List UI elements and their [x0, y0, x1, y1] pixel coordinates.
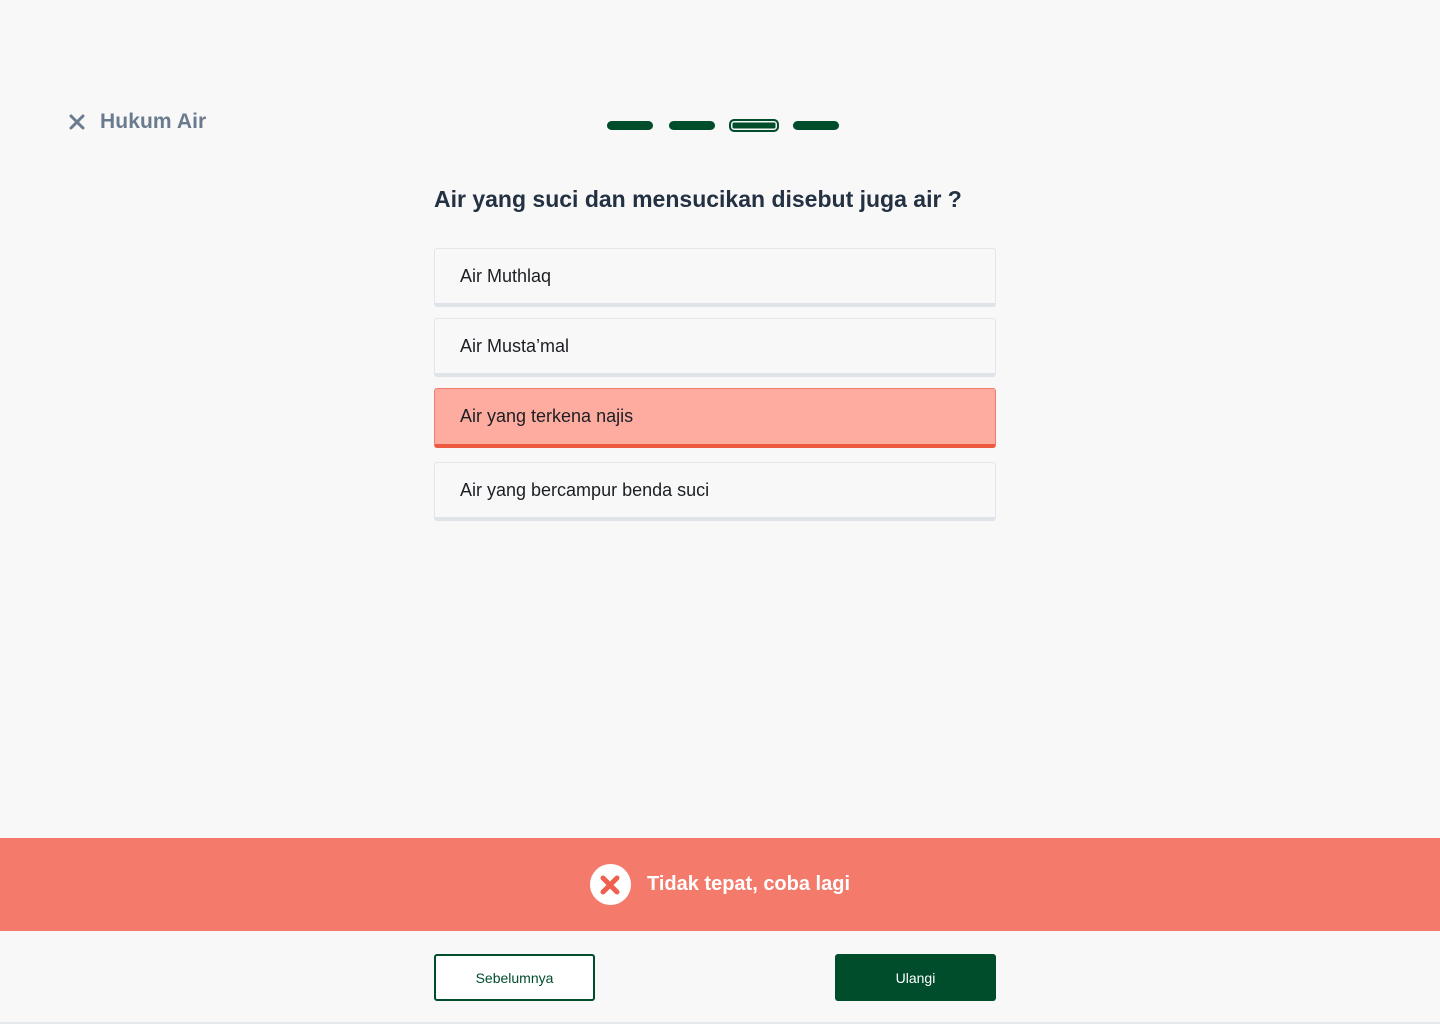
error-circle-icon — [589, 864, 631, 905]
previous-button[interactable]: Sebelumnya — [434, 954, 595, 1001]
answer-options: Air Muthlaq Air Musta’mal Air yang terke… — [434, 248, 996, 532]
answer-option-2[interactable]: Air Musta’mal — [434, 318, 996, 377]
answer-option-label: Air Musta’mal — [460, 335, 570, 356]
progress-indicator — [607, 119, 839, 132]
answer-option-4[interactable]: Air yang bercampur benda suci — [434, 462, 996, 521]
answer-option-label: Air yang bercampur benda suci — [460, 479, 710, 500]
progress-step-1 — [607, 121, 653, 130]
progress-step-3-current — [729, 119, 779, 132]
feedback-banner: Tidak tepat, coba lagi — [0, 838, 1440, 931]
bottom-navigation: Sebelumnya Ulangi — [0, 931, 1440, 1024]
retry-button[interactable]: Ulangi — [835, 954, 996, 1001]
lesson-title: Hukum Air — [100, 110, 207, 133]
feedback-message: Tidak tepat, coba lagi — [646, 873, 851, 895]
quiz-header: Hukum Air — [68, 110, 206, 134]
answer-option-3-wrong[interactable]: Air yang terkena najis — [434, 388, 996, 448]
answer-option-label: Air Muthlaq — [460, 265, 552, 286]
progress-step-2 — [669, 121, 715, 130]
close-icon[interactable] — [68, 113, 86, 131]
answer-option-label: Air yang terkena najis — [460, 406, 634, 426]
question-text: Air yang suci dan mensucikan disebut jug… — [434, 186, 962, 212]
progress-step-4 — [793, 121, 839, 130]
answer-option-1[interactable]: Air Muthlaq — [434, 248, 996, 307]
